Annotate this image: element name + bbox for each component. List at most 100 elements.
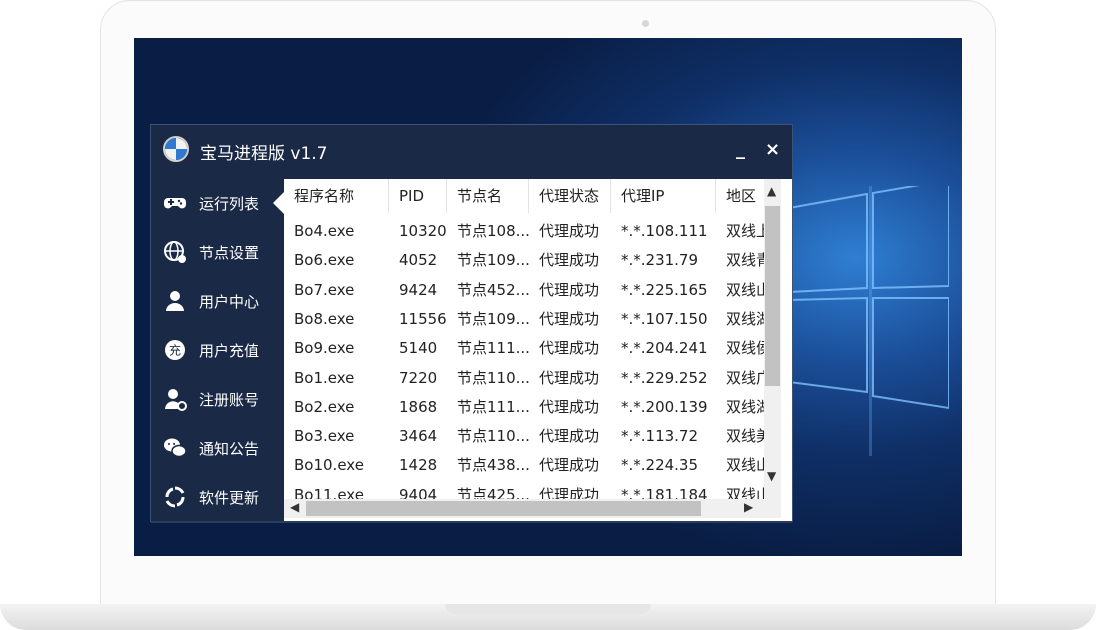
cell-pid: 11556 bbox=[399, 309, 447, 328]
cell-pid: 4052 bbox=[399, 251, 438, 270]
cell-node: 节点438... bbox=[457, 456, 529, 475]
refresh-icon bbox=[165, 486, 185, 508]
camera-dot bbox=[642, 20, 649, 27]
vertical-scrollbar[interactable]: ▲ ▼ bbox=[764, 179, 781, 501]
gamepad-icon bbox=[164, 198, 186, 209]
cell-proxy-status: 代理成功 bbox=[539, 309, 600, 328]
cell-program: Bo7.exe bbox=[294, 280, 355, 299]
cell-pid: 10320 bbox=[399, 222, 447, 240]
chat-icon bbox=[164, 438, 187, 458]
cell-pid: 5140 bbox=[399, 339, 438, 358]
laptop-notch bbox=[445, 604, 651, 614]
cell-program: Bo10.exe bbox=[294, 456, 364, 475]
cell-proxy-status: 代理成功 bbox=[539, 427, 600, 446]
recharge-icon: 充 bbox=[165, 340, 185, 360]
sidebar-item-update[interactable]: 软件更新 bbox=[151, 473, 284, 521]
cell-proxy-status: 代理成功 bbox=[539, 368, 600, 387]
sidebar-item-label: 软件更新 bbox=[199, 489, 260, 507]
cell-node: 节点109... bbox=[457, 251, 529, 270]
user-add-icon bbox=[165, 389, 187, 411]
cell-program: Bo9.exe bbox=[294, 339, 355, 358]
column-header-region[interactable]: 地区 bbox=[716, 179, 764, 213]
cell-pid: 1868 bbox=[399, 397, 438, 416]
windows-logo-icon bbox=[789, 186, 949, 456]
cell-node: 节点108... bbox=[457, 222, 529, 240]
cell-proxy-ip: *.*.225.165 bbox=[621, 280, 708, 299]
window-bottom-border bbox=[151, 521, 792, 523]
cell-region: 双线美 bbox=[726, 427, 764, 446]
sidebar-item-recharge[interactable]: 充 用户充值 bbox=[151, 326, 284, 374]
sidebar-item-label: 节点设置 bbox=[199, 244, 260, 262]
sidebar-item-register[interactable]: 注册账号 bbox=[151, 375, 284, 423]
cell-node: 节点452... bbox=[457, 280, 529, 299]
cell-region: 双线山 bbox=[726, 280, 764, 299]
cell-proxy-status: 代理成功 bbox=[539, 251, 600, 270]
sidebar-item-user-center[interactable]: 用户中心 bbox=[151, 277, 284, 325]
sidebar-item-node-settings[interactable]: 节点设置 bbox=[151, 228, 284, 276]
cell-region: 双线湖 bbox=[726, 397, 764, 416]
cell-region: 双线上 bbox=[726, 222, 764, 240]
cell-node: 节点110... bbox=[457, 368, 529, 387]
close-button[interactable]: × bbox=[765, 139, 780, 160]
column-header-pid[interactable]: PID bbox=[389, 179, 447, 213]
bmw-logo-icon bbox=[163, 136, 189, 162]
cell-pid: 7220 bbox=[399, 368, 438, 387]
cell-proxy-ip: *.*.108.111 bbox=[621, 222, 708, 240]
column-header-program[interactable]: 程序名称 bbox=[284, 179, 389, 213]
cell-proxy-ip: *.*.229.252 bbox=[621, 368, 708, 387]
minimize-button[interactable]: _ bbox=[736, 139, 745, 160]
process-table-panel: 程序名称 PID 节点名 代理状态 代理IP 地区 Bo4.exe 10320 节点… bbox=[284, 179, 792, 521]
cell-region: 双线广 bbox=[726, 368, 764, 387]
app-window: 宝马进程版 v1.7 _ × 运行列表 节点设置 用户中心 充 用户充值 注册账… bbox=[150, 124, 793, 523]
cell-program: Bo3.exe bbox=[294, 427, 355, 446]
cell-proxy-ip: *.*.224.35 bbox=[621, 456, 699, 475]
scroll-down-icon[interactable]: ▼ bbox=[767, 469, 776, 483]
globe-icon bbox=[164, 241, 186, 263]
sidebar-item-label: 注册账号 bbox=[199, 391, 260, 409]
scroll-left-icon[interactable]: ◀ bbox=[290, 500, 299, 514]
cell-node: 节点109... bbox=[457, 309, 529, 328]
app-title: 宝马进程版 v1.7 bbox=[200, 144, 328, 164]
cell-program: Bo6.exe bbox=[294, 251, 355, 270]
cell-pid: 1428 bbox=[399, 456, 438, 475]
cell-proxy-ip: *.*.231.79 bbox=[621, 251, 699, 270]
cell-program: Bo4.exe bbox=[294, 222, 355, 240]
cell-proxy-status: 代理成功 bbox=[539, 397, 600, 416]
sidebar-item-label: 用户中心 bbox=[199, 293, 260, 311]
vertical-scroll-thumb[interactable] bbox=[765, 206, 780, 386]
cell-region: 双线侯 bbox=[726, 339, 764, 358]
cell-program: Bo1.exe bbox=[294, 368, 355, 387]
scroll-right-icon[interactable]: ▶ bbox=[744, 500, 753, 514]
cell-region: 双线山 bbox=[726, 456, 764, 475]
cell-pid: 9424 bbox=[399, 280, 438, 299]
cell-program: Bo2.exe bbox=[294, 397, 355, 416]
cell-node: 节点110... bbox=[457, 427, 529, 446]
cell-proxy-status: 代理成功 bbox=[539, 280, 600, 299]
sidebar-item-notice[interactable]: 通知公告 bbox=[151, 424, 284, 472]
scroll-up-icon[interactable]: ▲ bbox=[767, 184, 776, 198]
cell-region: 双线青 bbox=[726, 251, 764, 270]
cell-proxy-ip: *.*.200.139 bbox=[621, 397, 708, 416]
cell-proxy-status: 代理成功 bbox=[539, 456, 600, 475]
user-icon bbox=[166, 291, 184, 311]
cell-program: Bo8.exe bbox=[294, 309, 355, 328]
cell-proxy-ip: *.*.204.241 bbox=[621, 339, 708, 358]
cell-pid: 3464 bbox=[399, 427, 438, 446]
horizontal-scroll-thumb[interactable] bbox=[306, 501, 701, 516]
horizontal-scrollbar[interactable]: ◀ ▶ bbox=[284, 499, 781, 518]
title-bar[interactable]: 宝马进程版 v1.7 _ × bbox=[151, 125, 792, 179]
column-header-proxy-status[interactable]: 代理状态 bbox=[529, 179, 611, 213]
cell-proxy-status: 代理成功 bbox=[539, 222, 600, 240]
column-header-node[interactable]: 节点名 bbox=[447, 179, 529, 213]
cell-proxy-ip: *.*.107.150 bbox=[621, 309, 708, 328]
sidebar-item-label: 用户充值 bbox=[199, 342, 260, 360]
sidebar-item-running-list[interactable]: 运行列表 bbox=[151, 179, 285, 227]
cell-proxy-status: 代理成功 bbox=[539, 339, 600, 358]
sidebar: 运行列表 节点设置 用户中心 充 用户充值 注册账号 通知公告 软件更新 bbox=[151, 179, 285, 521]
sidebar-item-label: 通知公告 bbox=[199, 440, 260, 458]
svg-text:充: 充 bbox=[169, 343, 181, 358]
sidebar-item-label: 运行列表 bbox=[199, 195, 260, 213]
cell-node: 节点111... bbox=[457, 339, 529, 358]
column-header-proxy-ip[interactable]: 代理IP bbox=[611, 179, 716, 213]
cell-region: 双线湖 bbox=[726, 309, 764, 328]
